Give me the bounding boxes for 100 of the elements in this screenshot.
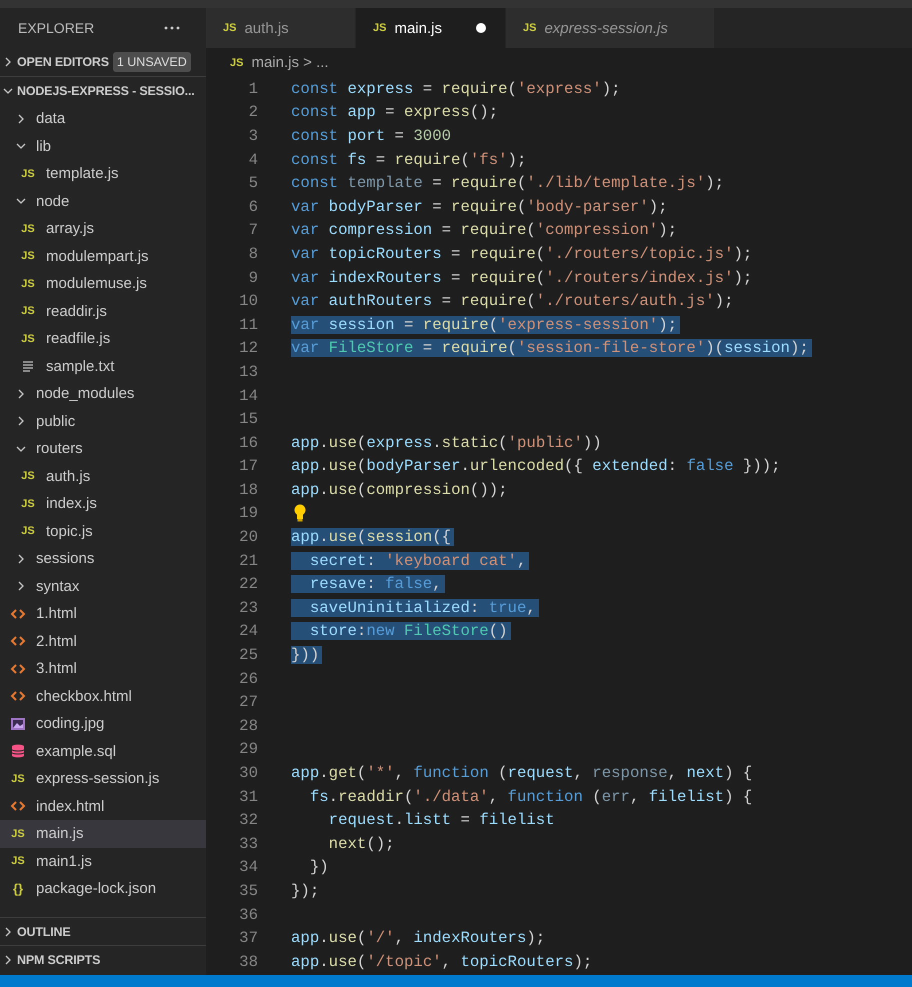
line-number: 34: [238, 858, 258, 876]
line-number: 9: [248, 268, 258, 287]
file-tree-item[interactable]: lib: [0, 132, 206, 160]
chevron-icon[interactable]: [16, 141, 26, 152]
line-number: 38: [238, 952, 258, 971]
file-tree-item[interactable]: 2.html: [0, 628, 206, 655]
line-number: 19: [238, 504, 258, 522]
line-number: 14: [238, 386, 258, 405]
js-icon: JS: [21, 250, 35, 262]
file-tree-item[interactable]: JS express-session.js: [0, 765, 206, 792]
line-number: 16: [238, 434, 258, 452]
chevron-icon[interactable]: [16, 581, 26, 592]
section-header[interactable]: NPM SCRIPTS: [17, 952, 100, 966]
file-tree-item[interactable]: 1.html: [0, 600, 206, 628]
file-tree-item[interactable]: JS readdir.js: [0, 298, 206, 325]
file-tree-item[interactable]: syntax: [0, 572, 206, 600]
file-tree-item[interactable]: checkbox.html: [0, 682, 206, 710]
code-line: request.listt = filelist: [328, 811, 556, 830]
chevron-icon[interactable]: [16, 444, 26, 454]
chevron-icon[interactable]: [16, 416, 26, 426]
code-line: }): [308, 858, 330, 876]
line-number: 15: [238, 410, 258, 428]
line-number: 11: [238, 316, 258, 334]
line-number: 3: [248, 126, 258, 145]
file-tree-item[interactable]: example.sql: [0, 738, 206, 765]
line-number: 8: [248, 244, 258, 263]
code-line: var topicRouters = require('./routers/topic.js');: [291, 244, 754, 263]
file-tree-item[interactable]: sample.txt: [0, 352, 206, 380]
file-tree-item[interactable]: node: [0, 188, 206, 215]
js-icon: JS: [11, 828, 25, 840]
line-number: 2: [248, 103, 258, 122]
editor-tab[interactable]: JS express-session.js: [506, 8, 715, 48]
chevron-icon[interactable]: [16, 388, 26, 399]
file-tree-item[interactable]: JS main.js: [0, 820, 206, 848]
file-tree-item[interactable]: JS topic.js: [0, 518, 206, 545]
chevron-icon[interactable]: [16, 114, 26, 124]
js-icon: JS: [21, 222, 35, 235]
file-tree-item[interactable]: {} package-lock.json: [0, 875, 206, 902]
line-number: 1: [248, 80, 258, 98]
braces-icon: {}: [12, 881, 24, 896]
more-icon[interactable]: [164, 26, 180, 30]
file-tree-item[interactable]: JS index.js: [0, 490, 206, 518]
editor-tab[interactable]: JS main.js: [356, 8, 506, 48]
chevron-icon[interactable]: [16, 554, 26, 564]
file-tree-item[interactable]: coding.jpg: [0, 710, 206, 738]
js-icon: JS: [21, 498, 35, 510]
line-number: 27: [238, 693, 258, 712]
file-tree-item[interactable]: JS main1.js: [0, 848, 206, 875]
js-icon: JS: [21, 332, 35, 345]
section-header[interactable]: OPEN EDITORS: [17, 55, 109, 69]
file-tree-item[interactable]: 3.html: [0, 655, 206, 682]
code-line: var bodyParser = require('body-parser');: [291, 198, 669, 216]
line-number: 6: [248, 198, 258, 216]
panel-title: EXPLORER: [18, 20, 94, 36]
file-tree-item[interactable]: JS modulemuse.js: [0, 270, 206, 298]
line-number: 22: [238, 575, 258, 594]
lightbulb-icon[interactable]: [293, 504, 307, 522]
line-number: 28: [238, 716, 258, 735]
line-number: 17: [238, 457, 258, 476]
line-number: 32: [238, 811, 258, 830]
chevron-icon[interactable]: [3, 926, 13, 936]
file-tree-item[interactable]: index.html: [0, 792, 206, 820]
code-line: const express = require('express');: [291, 80, 622, 98]
code-line: const port = 3000: [291, 126, 452, 145]
code-line: const template = require('./lib/template.js');: [291, 174, 726, 192]
file-tree-item[interactable]: JS template.js: [0, 160, 206, 188]
file-tree-item[interactable]: node_modules: [0, 380, 206, 408]
editor-tab[interactable]: JS auth.js: [206, 8, 356, 48]
file-tree-item[interactable]: JS readfile.js: [0, 325, 206, 352]
line-number: 4: [248, 150, 258, 169]
chevron-icon[interactable]: [16, 196, 26, 206]
file-tree-item[interactable]: JS array.js: [0, 215, 206, 242]
code-line: next();: [328, 834, 396, 853]
line-number: 31: [238, 788, 258, 806]
breadcrumb[interactable]: main.js > ...: [251, 54, 329, 71]
file-tree-item[interactable]: JS modulempart.js: [0, 242, 206, 270]
code-line: app.use('/', indexRouters);: [291, 929, 546, 948]
file-tree-item[interactable]: public: [0, 408, 206, 435]
chevron-icon[interactable]: [3, 57, 13, 67]
chevron-icon[interactable]: [3, 86, 13, 96]
js-icon: JS: [21, 278, 35, 290]
file-tree-item[interactable]: routers: [0, 435, 206, 462]
js-icon: JS: [230, 56, 244, 68]
code-line: var indexRouters = require('./routers/index.js');: [291, 268, 754, 287]
file-tree-item[interactable]: data: [0, 105, 206, 132]
code-line: fs.readdir('./data', function (err, filelist) {: [308, 788, 754, 806]
line-number: 37: [238, 929, 258, 948]
chevron-icon[interactable]: [3, 954, 13, 964]
js-icon: JS: [21, 305, 35, 318]
section-header[interactable]: NODEJS-EXPRESS - SESSIO...: [17, 84, 194, 98]
line-number: 7: [248, 221, 258, 240]
unsaved-badge: 1 UNSAVED: [112, 52, 191, 72]
file-tree-item[interactable]: sessions: [0, 545, 206, 572]
file-tree-item[interactable]: JS auth.js: [0, 462, 206, 490]
js-icon: JS: [21, 168, 35, 180]
code-line: var compression = require('compression');: [291, 221, 678, 240]
js-icon: JS: [21, 525, 35, 538]
line-number: 12: [238, 339, 258, 358]
code-line: app.use(express.static('public')): [291, 434, 603, 452]
section-header[interactable]: OUTLINE: [17, 924, 70, 938]
